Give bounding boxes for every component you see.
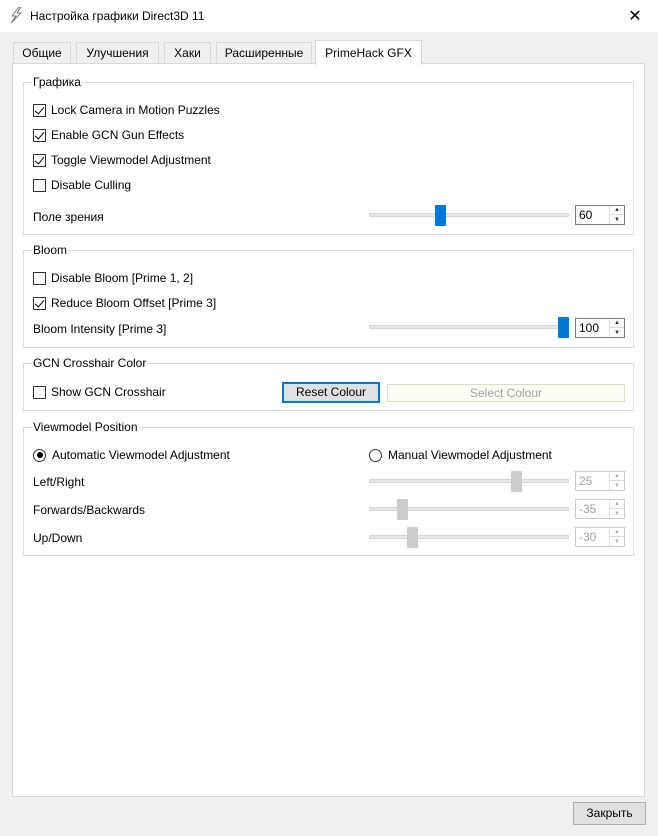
left-right-slider-thumb[interactable] [511,471,522,492]
tab-general[interactable]: Общие [13,42,71,64]
fov-label: Поле зрения [33,210,104,224]
tab-hacks[interactable]: Хаки [164,42,211,64]
forwards-backwards-value: -35 [579,502,597,516]
fov-slider[interactable] [369,213,569,217]
spin-up-icon[interactable]: ▲ [610,319,624,328]
bloom-intensity-slider[interactable] [369,325,569,329]
gun-effects-label: Enable GCN Gun Effects [51,128,185,142]
window-close-button[interactable]: ✕ [612,0,658,32]
forwards-backwards-spin-arrows: ▲ ▼ [609,500,624,518]
close-dialog-button[interactable]: Закрыть [573,802,646,825]
viewmodel-adjustment-checkbox[interactable]: Toggle Viewmodel Adjustment [33,152,211,168]
checkbox-box[interactable] [33,385,46,399]
left-right-spinbox[interactable]: 25 ▲ ▼ [575,471,625,491]
select-colour-button[interactable]: Select Colour [387,384,625,402]
up-down-label: Up/Down [33,531,83,545]
manual-viewmodel-radio[interactable]: Manual Viewmodel Adjustment [369,447,552,463]
checkbox-box[interactable] [33,128,46,142]
up-down-slider[interactable] [369,535,569,539]
fov-spinbox[interactable]: 60 ▲ ▼ [575,205,625,225]
bloom-intensity-value: 100 [579,321,600,335]
crosshair-group-title: GCN Crosshair Color [32,356,148,370]
gun-effects-checkbox[interactable]: Enable GCN Gun Effects [33,127,184,143]
show-crosshair-label: Show GCN Crosshair [51,385,166,399]
checkbox-box[interactable] [33,271,46,285]
viewmodel-position-group: Viewmodel Position Automatic Viewmodel A… [23,420,634,556]
left-right-value: 25 [579,474,593,488]
crosshair-group: GCN Crosshair Color Show GCN Crosshair R… [23,356,634,411]
up-down-spinbox[interactable]: -30 ▲ ▼ [575,527,625,547]
spin-down-icon[interactable]: ▼ [610,481,624,490]
show-crosshair-checkbox[interactable]: Show GCN Crosshair [33,384,166,400]
automatic-viewmodel-label: Automatic Viewmodel Adjustment [52,448,230,462]
fov-value: 60 [579,208,593,222]
manual-viewmodel-label: Manual Viewmodel Adjustment [388,448,552,462]
bloom-intensity-label: Bloom Intensity [Prime 3] [33,322,167,336]
bloom-intensity-spinbox[interactable]: 100 ▲ ▼ [575,318,625,338]
spin-down-icon[interactable]: ▼ [610,215,624,224]
tab-primehack-gfx[interactable]: PrimeHack GFX [315,40,422,65]
reset-colour-button[interactable]: Reset Colour [282,382,380,403]
reduce-bloom-offset-label: Reduce Bloom Offset [Prime 3] [51,296,217,310]
up-down-value: -30 [579,530,597,544]
fov-slider-thumb[interactable] [435,205,446,226]
spin-down-icon[interactable]: ▼ [610,328,624,337]
bloom-group: Bloom Disable Bloom [Prime 1, 2] Reduce … [23,243,634,348]
spin-down-icon[interactable]: ▼ [610,537,624,546]
bloom-intensity-slider-thumb[interactable] [558,317,569,338]
disable-culling-label: Disable Culling [51,178,132,192]
bloom-spin-arrows: ▲ ▼ [609,319,624,337]
graphics-group-title: Графика [32,75,82,89]
radio-button[interactable] [369,448,382,462]
close-icon: ✕ [628,8,642,25]
checkbox-box[interactable] [33,103,46,117]
left-right-spin-arrows: ▲ ▼ [609,472,624,490]
viewmodel-adjustment-label: Toggle Viewmodel Adjustment [51,153,211,167]
forwards-backwards-label: Forwards/Backwards [33,503,146,517]
disable-bloom-label: Disable Bloom [Prime 1, 2] [51,271,194,285]
left-right-slider[interactable] [369,479,569,483]
forwards-backwards-spinbox[interactable]: -35 ▲ ▼ [575,499,625,519]
checkbox-box[interactable] [33,153,46,167]
left-right-label: Left/Right [33,475,85,489]
disable-bloom-checkbox[interactable]: Disable Bloom [Prime 1, 2] [33,270,193,286]
lock-camera-label: Lock Camera in Motion Puzzles [51,103,220,117]
fov-spin-arrows: ▲ ▼ [609,206,624,224]
disable-culling-checkbox[interactable]: Disable Culling [33,177,131,193]
tab-advanced[interactable]: Расширенные [216,42,312,64]
window-title: Настройка графики Direct3D 11 [30,9,205,23]
spin-up-icon[interactable]: ▲ [610,500,624,509]
dolphin-app-icon [10,7,23,23]
forwards-backwards-slider-thumb[interactable] [397,499,408,520]
radio-button[interactable] [33,448,46,462]
reduce-bloom-offset-checkbox[interactable]: Reduce Bloom Offset [Prime 3] [33,295,216,311]
automatic-viewmodel-radio[interactable]: Automatic Viewmodel Adjustment [33,447,230,463]
checkbox-box[interactable] [33,178,46,192]
lock-camera-checkbox[interactable]: Lock Camera in Motion Puzzles [33,102,220,118]
spin-down-icon[interactable]: ▼ [610,509,624,518]
up-down-slider-thumb[interactable] [407,527,418,548]
graphics-group: Графика Lock Camera in Motion Puzzles En… [23,75,634,235]
tab-enhancements[interactable]: Улучшения [76,42,159,64]
bloom-group-title: Bloom [32,243,69,257]
spin-up-icon[interactable]: ▲ [610,528,624,537]
viewmodel-group-title: Viewmodel Position [32,420,139,434]
title-bar: Настройка графики Direct3D 11 ✕ [0,0,658,32]
spin-up-icon[interactable]: ▲ [610,206,624,215]
tab-panel: Графика Lock Camera in Motion Puzzles En… [12,63,645,797]
checkbox-box[interactable] [33,296,46,310]
up-down-spin-arrows: ▲ ▼ [609,528,624,546]
spin-up-icon[interactable]: ▲ [610,472,624,481]
